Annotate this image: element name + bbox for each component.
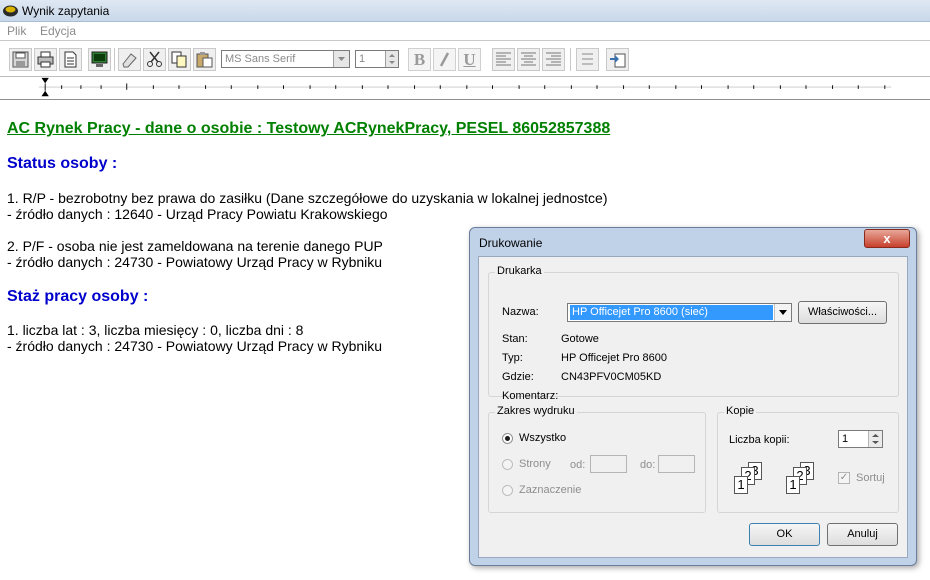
copies-group: Kopie Liczba kopii: 1 3 2 1 3 2 1 ✓ Sort… xyxy=(717,405,899,513)
collate-pages-icon: 3 2 1 xyxy=(784,462,830,502)
printer-select-value: HP Officejet Pro 8600 (sieć) xyxy=(570,305,773,320)
align-left-icon xyxy=(496,52,511,66)
toolbar-separator xyxy=(114,48,115,71)
copy-button[interactable] xyxy=(168,48,191,71)
eraser-icon xyxy=(122,53,137,68)
ok-button[interactable]: OK xyxy=(749,523,820,546)
printer-group-label: Drukarka xyxy=(495,265,544,277)
scissors-icon xyxy=(147,51,162,67)
bold-button[interactable]: B xyxy=(408,48,431,71)
italic-icon xyxy=(439,52,450,67)
print-button[interactable] xyxy=(34,48,57,71)
spinner-icon[interactable] xyxy=(385,51,398,67)
copies-value: 1 xyxy=(842,433,849,445)
menu-bar: Plik Edycja xyxy=(0,22,930,40)
monitor-button[interactable] xyxy=(88,48,111,71)
window-title: Wynik zapytania xyxy=(22,4,110,18)
ruler xyxy=(0,76,930,100)
title-bar: Wynik zapytania xyxy=(0,0,930,22)
status-label: Stan: xyxy=(502,333,528,345)
bullets-button[interactable] xyxy=(576,48,599,71)
staz-heading: Staż pracy osoby : xyxy=(7,288,149,305)
type-value: HP Officejet Pro 8600 xyxy=(561,352,667,364)
eraser-button[interactable] xyxy=(118,48,141,71)
range-from-label: od: xyxy=(570,459,586,471)
status-heading: Status osoby : xyxy=(7,155,118,172)
copy-icon xyxy=(171,51,187,68)
copies-label: Liczba kopii: xyxy=(729,434,790,446)
font-name-value: MS Sans Serif xyxy=(225,53,296,65)
range-to-label: do: xyxy=(640,459,656,471)
range-selection-label: Zaznaczenie xyxy=(519,484,582,496)
print-range-label: Zakres wydruku xyxy=(495,405,577,417)
status-item-2-line2: - źródło danych : 24730 - Powiatowy Urzą… xyxy=(7,254,383,270)
insert-object-button[interactable] xyxy=(606,48,629,71)
list-icon xyxy=(582,53,593,65)
toolbar: MS Sans Serif 1 B U xyxy=(0,40,930,76)
printer-icon xyxy=(37,51,54,68)
font-size-value: 1 xyxy=(359,53,366,65)
align-center-button[interactable] xyxy=(517,48,540,71)
range-pages-radio[interactable] xyxy=(502,459,513,470)
dialog-title: Drukowanie xyxy=(479,236,543,250)
status-value: Gotowe xyxy=(561,333,599,345)
cut-button[interactable] xyxy=(143,48,166,71)
status-item-1-line2: - źródło danych : 12640 - Urząd Pracy Po… xyxy=(7,206,388,222)
menu-edycja[interactable]: Edycja xyxy=(40,24,76,38)
comment-label: Komentarz: xyxy=(502,390,559,402)
print-dialog: Drukowanie x Drukarka Nazwa: HP Officeje… xyxy=(469,227,917,566)
staz-item-1-line1: 1. liczba lat : 3, liczba miesięcy : 0, … xyxy=(7,322,304,338)
font-size-field[interactable]: 1 xyxy=(355,50,399,68)
properties-button[interactable]: Właściwości... xyxy=(798,301,887,324)
underline-button[interactable]: U xyxy=(458,48,481,71)
spinner-icon[interactable] xyxy=(868,431,882,447)
range-selection-radio[interactable] xyxy=(502,485,513,496)
save-button[interactable] xyxy=(9,48,32,71)
range-from-field[interactable] xyxy=(590,455,627,473)
type-label: Typ: xyxy=(502,352,523,364)
collate-pages-icon: 3 2 1 xyxy=(732,462,778,502)
staz-item-1-line2: - źródło danych : 24730 - Powiatowy Urzą… xyxy=(7,338,383,354)
status-item-2-line1: 2. P/F - osoba nie jest zameldowana na t… xyxy=(7,238,383,254)
range-all-radio[interactable] xyxy=(502,433,513,444)
chevron-down-icon xyxy=(333,51,349,67)
monitor-icon xyxy=(91,51,108,67)
toolbar-separator xyxy=(570,48,571,71)
print-range-group: Zakres wydruku Wszystko Strony od: do: Z… xyxy=(488,405,706,513)
document-title: AC Rynek Pracy - dane o osobie : Testowy… xyxy=(7,120,611,137)
dialog-close-button[interactable]: x xyxy=(864,229,910,248)
save-icon xyxy=(12,51,29,68)
range-to-field[interactable] xyxy=(658,455,695,473)
paste-icon xyxy=(196,52,213,68)
menu-plik[interactable]: Plik xyxy=(7,24,26,38)
paste-button[interactable] xyxy=(193,48,216,71)
printer-name-label: Nazwa: xyxy=(502,306,539,318)
where-label: Gdzie: xyxy=(502,371,534,383)
range-all-label: Wszystko xyxy=(519,432,567,444)
align-left-button[interactable] xyxy=(492,48,515,71)
range-pages-label: Strony xyxy=(519,458,551,470)
app-icon xyxy=(3,5,18,17)
dialog-body: Drukarka Nazwa: HP Officejet Pro 8600 (s… xyxy=(478,256,908,558)
collate-checkbox[interactable]: ✓ xyxy=(838,472,850,484)
where-value: CN43PFV0CM05KD xyxy=(561,371,662,383)
align-right-button[interactable] xyxy=(542,48,565,71)
copies-field[interactable]: 1 xyxy=(838,430,883,448)
align-center-icon xyxy=(521,52,536,66)
font-name-select[interactable]: MS Sans Serif xyxy=(221,50,350,68)
print-preview-button[interactable] xyxy=(59,48,82,71)
collate-label: Sortuj xyxy=(856,472,885,484)
printer-select[interactable]: HP Officejet Pro 8600 (sieć) xyxy=(567,303,792,322)
insert-icon xyxy=(610,53,626,68)
italic-button[interactable] xyxy=(433,48,456,71)
cancel-button[interactable]: Anuluj xyxy=(827,523,898,546)
chevron-down-icon xyxy=(774,304,791,321)
printer-group: Drukarka Nazwa: HP Officejet Pro 8600 (s… xyxy=(488,265,899,402)
align-right-icon xyxy=(546,52,561,66)
copies-group-label: Kopie xyxy=(724,405,757,417)
status-item-1-line1: 1. R/P - bezrobotny bez prawa do zasiłku… xyxy=(7,190,608,206)
document-icon xyxy=(64,51,77,68)
